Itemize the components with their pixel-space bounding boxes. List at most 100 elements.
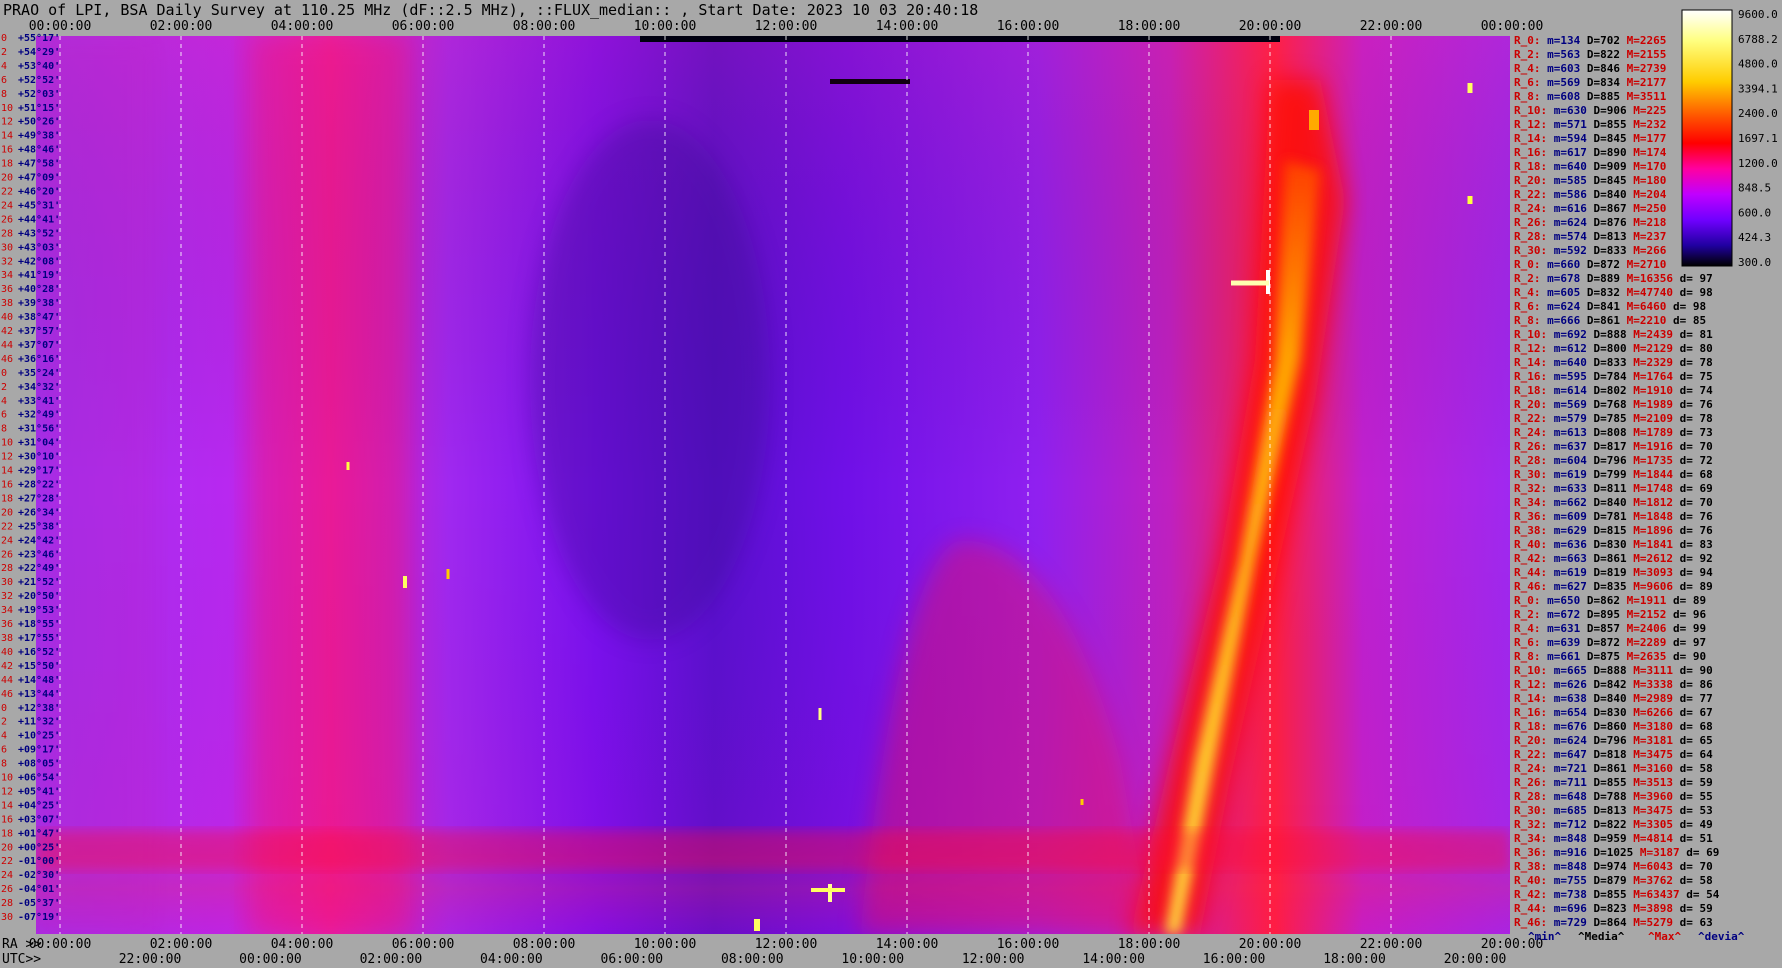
y-declination-label: +35°24' bbox=[18, 368, 60, 379]
y-declination-label: -01°00' bbox=[18, 856, 60, 867]
point-source bbox=[1467, 196, 1473, 204]
point-source bbox=[446, 569, 450, 579]
point-source bbox=[811, 888, 845, 892]
y-declination-label: +09°17' bbox=[18, 745, 60, 756]
top-tick-label: 18:00:00 bbox=[1118, 19, 1181, 34]
stat-row: R_34: m=662 D=840 M=1812 d= 70 bbox=[1514, 496, 1713, 509]
stat-row: R_14: m=594 D=845 M=177 bbox=[1514, 132, 1666, 145]
y-row-index: 38 bbox=[1, 633, 13, 644]
colorbar-tick-label: 300.0 bbox=[1738, 256, 1771, 269]
y-row-index: 6 bbox=[1, 410, 7, 421]
y-row-index: 8 bbox=[1, 89, 7, 100]
ra-tick-label: 00:00:00 bbox=[29, 937, 92, 952]
top-tick-label: 08:00:00 bbox=[513, 19, 576, 34]
utc-axis-label: UTC>> bbox=[2, 952, 41, 967]
y-row-index: 12 bbox=[1, 117, 13, 128]
y-row-index: 24 bbox=[1, 870, 13, 881]
colorbar-tick-label: 3394.1 bbox=[1738, 82, 1778, 95]
stat-row: R_8: m=608 D=885 M=3511 bbox=[1514, 90, 1667, 103]
utc-tick-label: 22:00:00 bbox=[119, 952, 182, 967]
colorbar-tick-label: 600.0 bbox=[1738, 206, 1771, 219]
y-declination-label: +30°10' bbox=[18, 452, 60, 463]
y-declination-label: +44°41' bbox=[18, 214, 60, 225]
y-row-index: 20 bbox=[1, 173, 13, 184]
y-declination-label: +52°03' bbox=[18, 89, 60, 100]
y-declination-label: +31°56' bbox=[18, 424, 60, 435]
colorbar-tick-label: 1200.0 bbox=[1738, 157, 1778, 170]
y-row-index: 46 bbox=[1, 689, 13, 700]
utc-tick-label: 12:00:00 bbox=[962, 952, 1025, 967]
y-row-index: 42 bbox=[1, 661, 13, 672]
y-declination-label: +29°17' bbox=[18, 466, 60, 477]
stat-row: R_2: m=672 D=895 M=2152 d= 96 bbox=[1514, 608, 1706, 621]
y-declination-label: +37°57' bbox=[18, 326, 60, 337]
stat-row: R_40: m=755 D=879 M=3762 d= 58 bbox=[1514, 874, 1713, 887]
y-declination-label: +42°08' bbox=[18, 256, 60, 267]
stat-row: R_26: m=637 D=817 M=1916 d= 70 bbox=[1514, 440, 1713, 453]
y-declination-label: +49°38' bbox=[18, 131, 60, 142]
heatmap-chart: 00:00:00 02:00:00 04:00:00 06:00:00 08:00:00… bbox=[1, 8, 1778, 967]
y-declination-label: +50°26' bbox=[18, 117, 60, 128]
y-declination-label: +46°20' bbox=[18, 186, 60, 197]
y-declination-label: +18°55' bbox=[18, 619, 60, 630]
y-row-index: 0 bbox=[1, 33, 7, 44]
stat-row: R_28: m=648 D=788 M=3960 d= 55 bbox=[1514, 790, 1713, 803]
stat-row: R_30: m=619 D=799 M=1844 d= 68 bbox=[1514, 468, 1713, 481]
y-declination-label: +13°44' bbox=[18, 689, 60, 700]
y-row-index: 22 bbox=[1, 856, 13, 867]
stat-row: R_8: m=661 D=875 M=2635 d= 90 bbox=[1514, 650, 1706, 663]
top-tick-label: 02:00:00 bbox=[150, 19, 213, 34]
y-declination-label: +26°34' bbox=[18, 507, 60, 518]
top-tick-label: 06:00:00 bbox=[392, 19, 455, 34]
stat-row: R_42: m=738 D=855 M=63437 d= 54 bbox=[1514, 888, 1720, 901]
y-row-index: 2 bbox=[1, 717, 7, 728]
colorbar-tick-label: 9600.0 bbox=[1738, 8, 1778, 21]
y-row-index: 2 bbox=[1, 382, 7, 393]
stat-row: R_18: m=614 D=802 M=1910 d= 74 bbox=[1514, 384, 1713, 397]
stat-row: R_6: m=569 D=834 M=2177 bbox=[1514, 76, 1666, 89]
y-declination-label: +01°47' bbox=[18, 828, 60, 839]
y-row-index: 32 bbox=[1, 256, 13, 267]
y-row-index: 30 bbox=[1, 577, 13, 588]
stat-row: R_40: m=636 D=830 M=1841 d= 83 bbox=[1514, 538, 1713, 551]
y-declination-label: +20°50' bbox=[18, 591, 60, 602]
stat-row: R_4: m=631 D=857 M=2406 d= 99 bbox=[1514, 622, 1706, 635]
y-declination-label: +10°25' bbox=[18, 731, 60, 742]
ra-tick-label: 04:00:00 bbox=[271, 937, 334, 952]
ra-tick-label: 14:00:00 bbox=[876, 937, 939, 952]
y-row-index: 18 bbox=[1, 159, 13, 170]
y-row-index: 42 bbox=[1, 326, 13, 337]
y-declination-label: +16°52' bbox=[18, 647, 60, 658]
colorbar-tick-label: 2400.0 bbox=[1738, 107, 1778, 120]
y-row-index: 2 bbox=[1, 47, 7, 58]
top-tick-label: 04:00:00 bbox=[271, 19, 334, 34]
y-declination-label: +23°46' bbox=[18, 549, 60, 560]
point-source bbox=[818, 708, 822, 720]
stat-row: R_0: m=660 D=872 M=2710 bbox=[1514, 258, 1666, 271]
utc-tick-label: 02:00:00 bbox=[360, 952, 423, 967]
y-declination-label: +55°17' bbox=[18, 33, 60, 44]
y-row-index: 8 bbox=[1, 424, 7, 435]
y-declination-label: +04°25' bbox=[18, 800, 60, 811]
y-declination-label: +53°40' bbox=[18, 61, 60, 72]
x-axis-top: 00:00:00 02:00:00 04:00:00 06:00:00 08:00:00… bbox=[29, 19, 1544, 34]
stat-row: R_2: m=563 D=822 M=2155 bbox=[1514, 48, 1666, 61]
y-row-index: 16 bbox=[1, 814, 13, 825]
colorbar: 9600.0 6788.2 4800.0 3394.1 2400.0 1697.1 1200… bbox=[1681, 8, 1778, 269]
point-source bbox=[1231, 280, 1269, 286]
y-declination-label: +48°46' bbox=[18, 145, 60, 156]
y-declination-label: +38°47' bbox=[18, 312, 60, 323]
y-declination-label: +12°38' bbox=[18, 703, 60, 714]
page: PRAO of LPI, BSA Daily Survey at 110.25 … bbox=[0, 0, 1782, 968]
stat-row: R_46: m=627 D=835 M=9606 d= 89 bbox=[1514, 580, 1713, 593]
y-declination-label: +54°29' bbox=[18, 47, 60, 58]
y-row-index: 6 bbox=[1, 745, 7, 756]
y-row-index: 4 bbox=[1, 61, 7, 72]
legend-label: ^devia^ bbox=[1698, 930, 1745, 943]
stat-row: R_30: m=592 D=833 M=266 bbox=[1514, 244, 1667, 257]
y-declination-label: +27°28' bbox=[18, 493, 60, 504]
y-declination-label: -05°37' bbox=[18, 898, 60, 909]
top-tick-label: 20:00:00 bbox=[1239, 19, 1302, 34]
stat-row: R_0: m=134 D=702 M=2265 bbox=[1514, 34, 1666, 47]
legend-label: ^min^ bbox=[1528, 930, 1561, 943]
